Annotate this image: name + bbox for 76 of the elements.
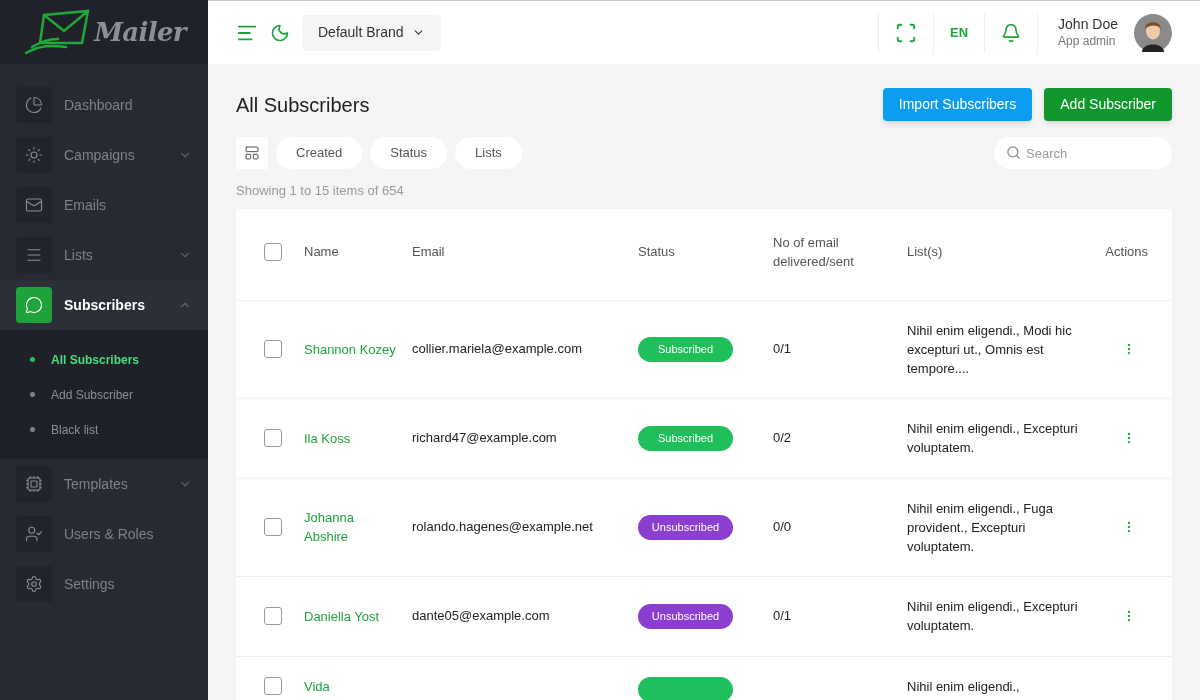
brand-dropdown[interactable]: Default Brand [302,14,441,51]
delivery-count: 0/0 [773,519,792,535]
mail-icon [16,187,52,223]
email-cell: richard47@example.com [412,430,557,446]
page-title: All Subscribers [236,93,370,118]
search-icon [1006,145,1021,160]
column-header: Status [638,243,676,262]
envelope-logo-icon [22,9,91,55]
subscriber-name[interactable]: Shannon Kozey [304,339,412,359]
sidebar-item[interactable]: Emails [0,180,208,230]
logo-text: Mailer [94,15,186,49]
lists-cell-text: Nihil enim eligendi., Excepturi voluptatem. [907,420,1079,457]
row-checkbox[interactable] [264,518,282,536]
list-icon [16,237,52,273]
select-all-checkbox[interactable] [264,243,282,261]
sidebar-item[interactable]: Campaigns [0,130,208,180]
row-checkbox[interactable] [264,340,282,358]
email-cell: collier.mariela@example.com [412,341,582,357]
bullet-icon [30,392,35,397]
settings-icon [16,566,52,602]
email-cell: rolando.hagenes@example.net [412,519,593,535]
bell-icon[interactable] [1001,22,1022,43]
row-checkbox[interactable] [264,676,282,695]
status-badge: Unsubscribed [638,603,733,629]
user-check-icon [16,516,52,552]
row-checkbox[interactable] [264,429,282,447]
results-summary: Showing 1 to 15 items of 654 [236,182,405,200]
import-button[interactable]: Import Subscribers [882,88,1033,121]
sidebar-item[interactable]: Templates [0,459,208,509]
language-selector[interactable]: EN [950,22,969,43]
submenu-item[interactable]: All Subscribers [0,342,208,377]
user-name: John Doe [1058,16,1118,34]
avatar[interactable] [1134,13,1172,52]
sidebar-item[interactable]: Lists [0,230,208,280]
sidebar-item[interactable]: Settings [0,559,208,609]
subscriber-name[interactable]: Vida [304,676,412,696]
user-role: App admin [1058,33,1117,49]
filter-chip[interactable]: Lists [455,137,522,169]
layout-icon[interactable] [236,137,268,169]
add-button[interactable]: Add Subscriber [1044,88,1172,121]
submenu-item[interactable]: Add Subscriber [0,377,208,412]
lists-cell-text: Nihil enim eligendi., Excepturi voluptatem. [907,598,1079,635]
subscriber-name[interactable]: Johanna Abshire [304,508,412,546]
bullet-icon [30,357,35,362]
bullet-icon [30,427,35,432]
column-header: No of email delivered/sent [773,233,855,271]
subscriber-name[interactable]: Daniella Yost [304,606,412,626]
submenu-item[interactable]: Black list [0,412,208,447]
sidebar-item[interactable]: Users & Roles [0,509,208,559]
column-header: List(s) [907,243,944,262]
column-header: Name [304,243,340,262]
filter-chip[interactable]: Status [370,137,448,169]
status-badge: Subscribed [638,336,733,362]
sidebar-item[interactable]: Subscribers [0,280,208,330]
lists-cell-text: Nihil enim eligendi., [907,677,1021,696]
fullscreen-icon[interactable] [895,21,917,44]
status-badge: Subscribed [638,425,733,451]
delivery-count: 0/2 [773,430,792,446]
column-header: Email [412,243,446,262]
status-badge: Unsubscribed [638,514,733,540]
delivery-count: 0/1 [773,608,792,624]
lists-cell-text: Nihil enim eligendi., Modi hic excepturi ut., Omnis est tempore.... [907,321,1073,378]
delivery-count: 0/1 [773,341,792,357]
sun-icon [16,137,52,173]
moon-icon[interactable] [270,22,290,43]
pie-chart-icon [16,87,52,123]
email-cell: dante05@example.com [412,608,550,624]
sidebar-item[interactable]: Dashboard [0,80,208,130]
filter-chip[interactable]: Created [276,137,363,169]
subscriber-name[interactable]: Ila Koss [304,428,412,448]
search-field[interactable]: Search [994,137,1172,169]
row-checkbox[interactable] [264,607,282,625]
column-header: Actions [1104,243,1149,262]
lists-cell-text: Nihil enim eligendi., Fuga provident., Excepturi voluptatem. [907,499,1054,556]
chat-bubble-icon [16,287,52,323]
chip-icon [16,466,52,502]
